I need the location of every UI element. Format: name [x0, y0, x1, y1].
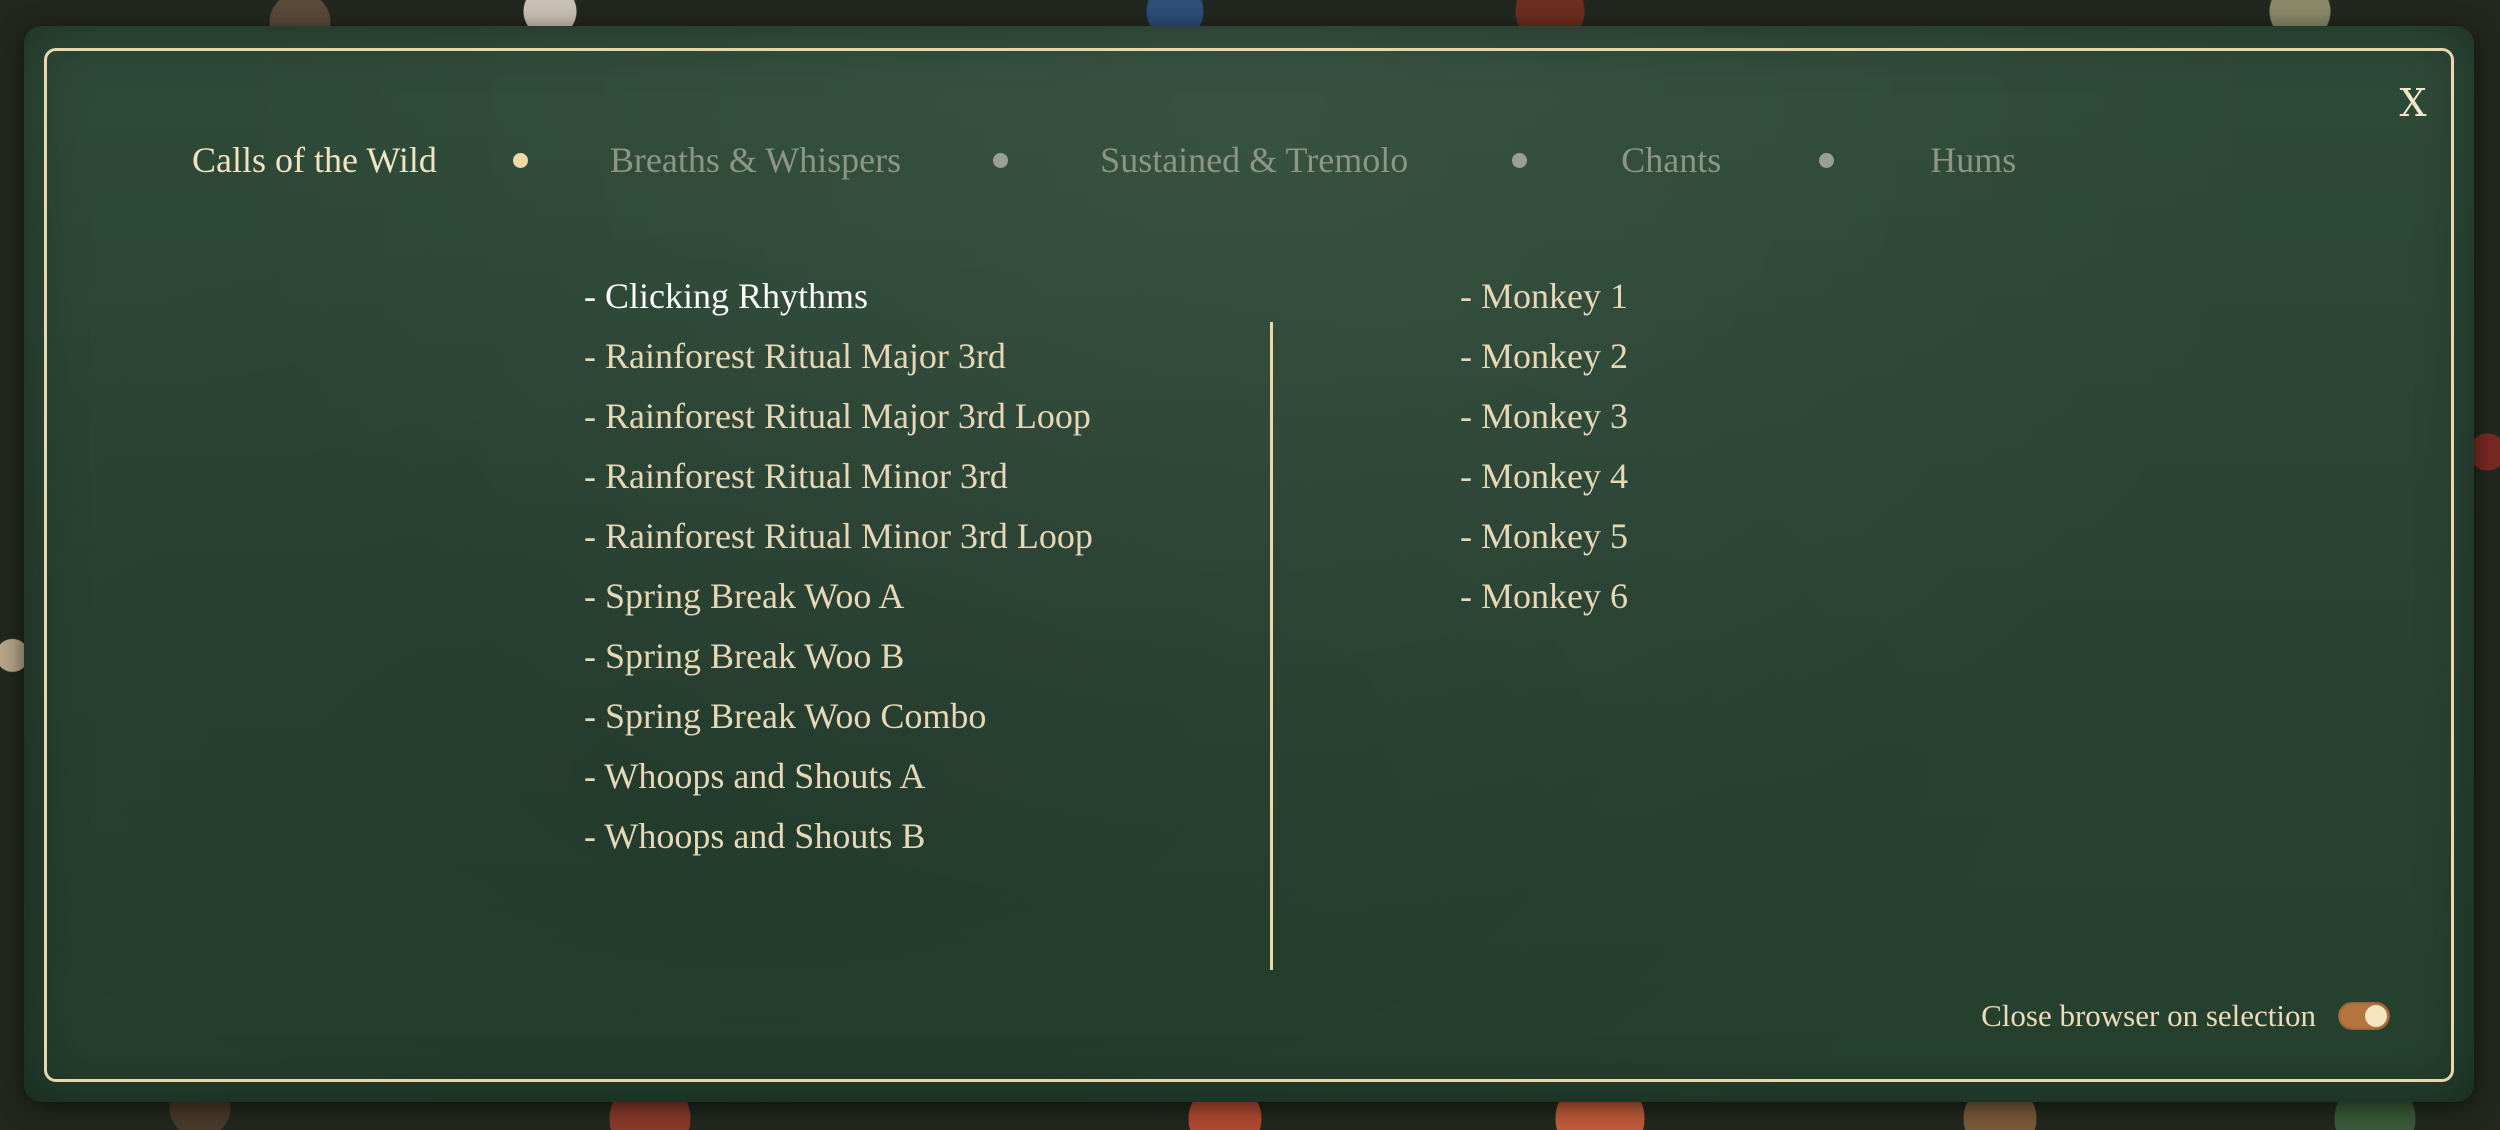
list-item[interactable]: - Monkey 2: [1460, 326, 2060, 386]
list-item[interactable]: - Spring Break Woo A: [584, 566, 1204, 626]
tab-hums[interactable]: Hums: [1930, 139, 2016, 181]
list-item[interactable]: - Spring Break Woo B: [584, 626, 1204, 686]
list-item[interactable]: - Whoops and Shouts B: [584, 806, 1204, 866]
list-item[interactable]: - Clicking Rhythms: [584, 266, 1204, 326]
tab-breaths-and-whispers[interactable]: Breaths & Whispers: [610, 139, 901, 181]
category-tabs: Calls of the Wild Breaths & Whispers Sus…: [124, 130, 2324, 190]
list-item[interactable]: - Rainforest Ritual Minor 3rd: [584, 446, 1204, 506]
tab-separator-dot: [993, 152, 1009, 168]
tab-separator-dot: [1512, 152, 1528, 168]
list-item[interactable]: - Rainforest Ritual Major 3rd: [584, 326, 1204, 386]
list-item[interactable]: - Monkey 1: [1460, 266, 2060, 326]
preset-list-left: - Clicking Rhythms - Rainforest Ritual M…: [584, 266, 1204, 866]
close-on-selection-toggle[interactable]: [2338, 1002, 2390, 1030]
list-item[interactable]: - Rainforest Ritual Major 3rd Loop: [584, 386, 1204, 446]
tab-calls-of-the-wild[interactable]: Calls of the Wild: [192, 139, 437, 181]
tab-separator-dot: [1819, 152, 1835, 168]
list-item[interactable]: - Spring Break Woo Combo: [584, 686, 1204, 746]
tab-separator-dot: [512, 152, 528, 168]
list-item[interactable]: - Monkey 4: [1460, 446, 2060, 506]
column-divider: [1270, 322, 1273, 970]
list-item[interactable]: - Rainforest Ritual Minor 3rd Loop: [584, 506, 1204, 566]
list-item[interactable]: - Monkey 6: [1460, 566, 2060, 626]
footer: Close browser on selection: [1981, 998, 2390, 1034]
tab-sustained-and-tremolo[interactable]: Sustained & Tremolo: [1100, 139, 1408, 181]
toggle-knob: [2365, 1005, 2387, 1027]
tab-chants[interactable]: Chants: [1621, 139, 1721, 181]
browser-panel: X Calls of the Wild Breaths & Whispers S…: [24, 26, 2474, 1102]
list-item[interactable]: - Monkey 5: [1460, 506, 2060, 566]
close-on-selection-label: Close browser on selection: [1981, 998, 2316, 1033]
list-item[interactable]: - Whoops and Shouts A: [584, 746, 1204, 806]
close-button[interactable]: X: [2390, 80, 2436, 126]
list-item[interactable]: - Monkey 3: [1460, 386, 2060, 446]
panel-frame: [44, 48, 2454, 1082]
preset-list-right: - Monkey 1 - Monkey 2 - Monkey 3 - Monke…: [1460, 266, 2060, 626]
